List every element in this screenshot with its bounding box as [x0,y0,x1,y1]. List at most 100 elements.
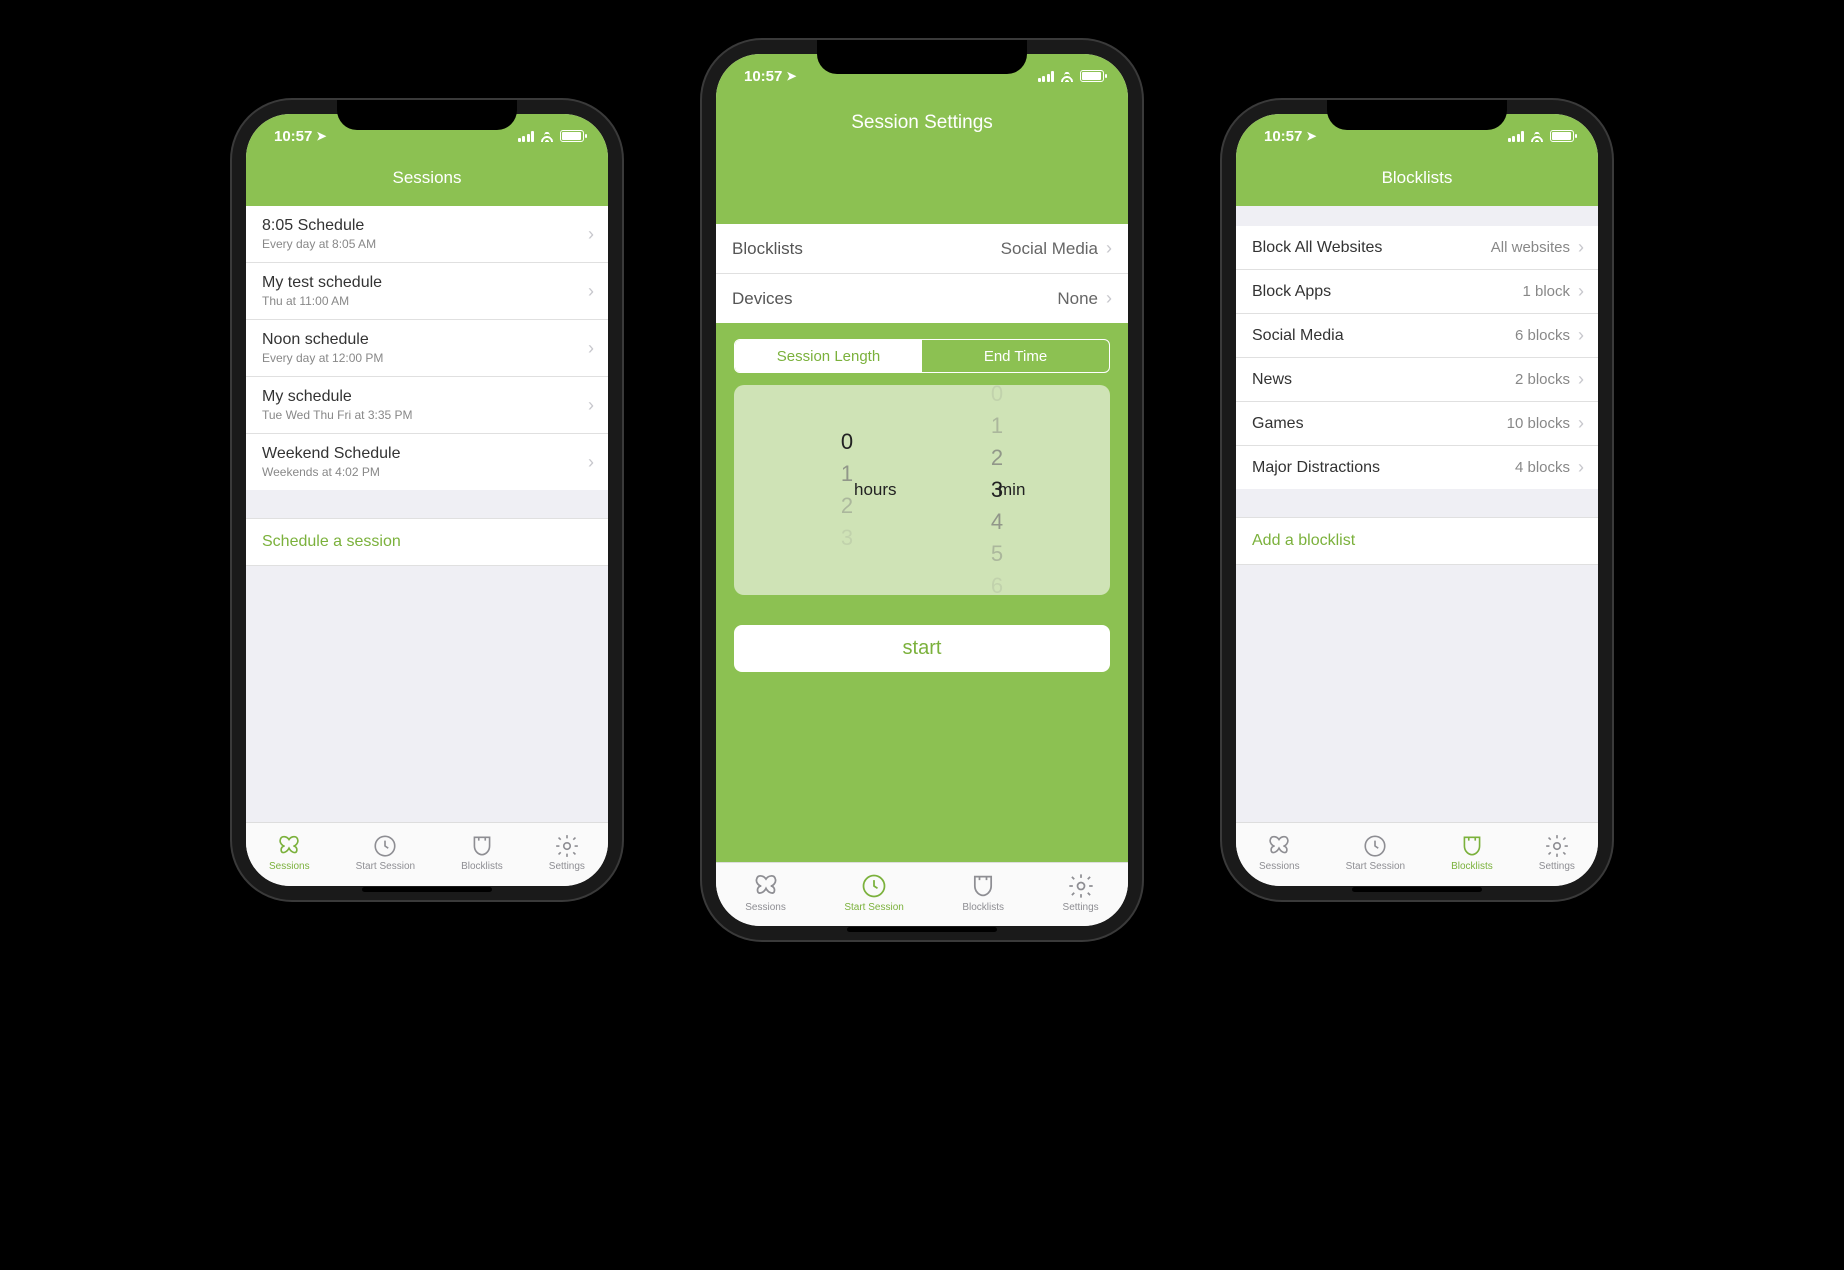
session-row[interactable]: 8:05 Schedule Every day at 8:05 AM › [246,206,608,263]
blocklist-title: Major Distractions [1252,459,1380,477]
tab-settings[interactable]: Settings [1063,872,1099,913]
blocklist-value: 6 blocks [1515,327,1570,344]
session-row[interactable]: My schedule Tue Wed Thu Fri at 3:35 PM › [246,377,608,434]
tab-blocklists[interactable]: Blocklists [461,833,503,872]
session-sub: Weekends at 4:02 PM [262,465,400,479]
tab-start-session[interactable]: Start Session [844,872,903,913]
segment-end-time[interactable]: End Time [922,340,1109,372]
session-row[interactable]: Weekend Schedule Weekends at 4:02 PM › [246,434,608,490]
picker-value: 3 [942,479,1052,501]
shield-icon [469,833,495,859]
blocklist-row[interactable]: Games 10 blocks› [1236,402,1598,446]
hours-label: hours [854,480,897,500]
battery-icon [1550,130,1574,142]
tab-start-session[interactable]: Start Session [356,833,415,872]
notch [817,40,1027,74]
signal-icon [1508,131,1525,142]
add-blocklist-button[interactable]: Add a blocklist [1236,517,1598,565]
home-indicator[interactable] [1352,887,1482,892]
blocklist-row[interactable]: Block All Websites All websites› [1236,226,1598,270]
sessions-list: 8:05 Schedule Every day at 8:05 AM › My … [246,206,608,490]
blocklist-value: 4 blocks [1515,459,1570,476]
clock-icon [1362,833,1388,859]
wifi-icon [539,130,555,142]
shield-icon [1459,833,1485,859]
blocklist-row[interactable]: Block Apps 1 block› [1236,270,1598,314]
picker-value: 4 [942,511,1052,533]
status-time: 10:57 [1264,128,1302,145]
tab-settings[interactable]: Settings [549,833,585,872]
chevron-right-icon: › [1106,238,1112,259]
schedule-session-button[interactable]: Schedule a session [246,518,608,566]
tab-label: Blocklists [1451,861,1493,872]
butterfly-icon [276,833,302,859]
phone-sessions: 10:57 ➤ Sessions 8:05 Schedule [232,100,622,900]
chevron-right-icon: › [1578,281,1584,302]
blocklist-value: 1 block [1522,283,1570,300]
row-value: None [1057,289,1098,309]
minutes-wheel[interactable]: 0 1 2 3 4 5 6 min [942,385,1052,595]
tab-sessions[interactable]: Sessions [1259,833,1300,872]
tab-label: Settings [549,861,585,872]
location-icon: ➤ [316,129,326,143]
shield-icon [969,872,997,900]
hours-wheel[interactable]: 0 1 2 3 hours [792,385,902,595]
clock-icon [372,833,398,859]
butterfly-icon [1266,833,1292,859]
devices-row[interactable]: Devices None › [716,274,1128,323]
gear-icon [1067,872,1095,900]
status-time: 10:57 [274,128,312,145]
battery-icon [560,130,584,142]
notch [1327,100,1507,130]
row-value: Social Media [1001,239,1098,259]
session-row[interactable]: Noon schedule Every day at 12:00 PM › [246,320,608,377]
chevron-right-icon: › [588,281,594,302]
blocklist-title: Social Media [1252,327,1344,345]
page-title: Sessions [246,158,608,206]
tab-settings[interactable]: Settings [1539,833,1575,872]
session-title: Noon schedule [262,331,383,349]
chevron-right-icon: › [588,452,594,473]
session-sub: Thu at 11:00 AM [262,294,382,308]
tab-sessions[interactable]: Sessions [269,833,310,872]
page-title: Session Settings [716,98,1128,224]
picker-value: 6 [942,575,1052,595]
signal-icon [1038,71,1055,82]
session-title: My schedule [262,388,413,406]
gear-icon [1544,833,1570,859]
blocklist-title: News [1252,371,1292,389]
home-indicator[interactable] [362,887,492,892]
session-title: Weekend Schedule [262,445,400,463]
picker-value: 3 [792,527,902,549]
tab-blocklists[interactable]: Blocklists [962,872,1004,913]
home-indicator[interactable] [847,927,997,932]
session-row[interactable]: My test schedule Thu at 11:00 AM › [246,263,608,320]
status-time: 10:57 [744,68,782,85]
blocklist-row[interactable]: Social Media 6 blocks › [1236,314,1598,358]
chevron-right-icon: › [1578,325,1584,346]
segment-control: Session Length End Time [734,339,1110,373]
segment-session-length[interactable]: Session Length [735,340,922,372]
row-label: Blocklists [732,239,803,259]
tab-bar: Sessions Start Session Blocklists Settin… [1236,822,1598,886]
phone-blocklists: 10:57 ➤ Blocklists Block All Websites [1222,100,1612,900]
blocklist-row[interactable]: Major Distractions 4 blocks› [1236,446,1598,489]
chevron-right-icon: › [1578,237,1584,258]
tab-label: Start Session [356,861,415,872]
tab-start-session[interactable]: Start Session [1346,833,1405,872]
chevron-right-icon: › [1106,288,1112,309]
blocklist-row[interactable]: News 2 blocks› [1236,358,1598,402]
chevron-right-icon: › [588,224,594,245]
duration-picker[interactable]: 0 1 2 3 hours 0 1 2 3 4 [734,385,1110,595]
tab-label: Sessions [745,902,786,913]
wifi-icon [1529,130,1545,142]
blocklist-title: Block All Websites [1252,239,1382,257]
location-icon: ➤ [786,69,796,83]
tab-label: Sessions [269,861,310,872]
blocklists-row[interactable]: Blocklists Social Media › [716,224,1128,274]
session-title: 8:05 Schedule [262,217,376,235]
start-button[interactable]: start [734,625,1110,672]
tab-blocklists[interactable]: Blocklists [1451,833,1493,872]
tab-label: Blocklists [461,861,503,872]
tab-sessions[interactable]: Sessions [745,872,786,913]
